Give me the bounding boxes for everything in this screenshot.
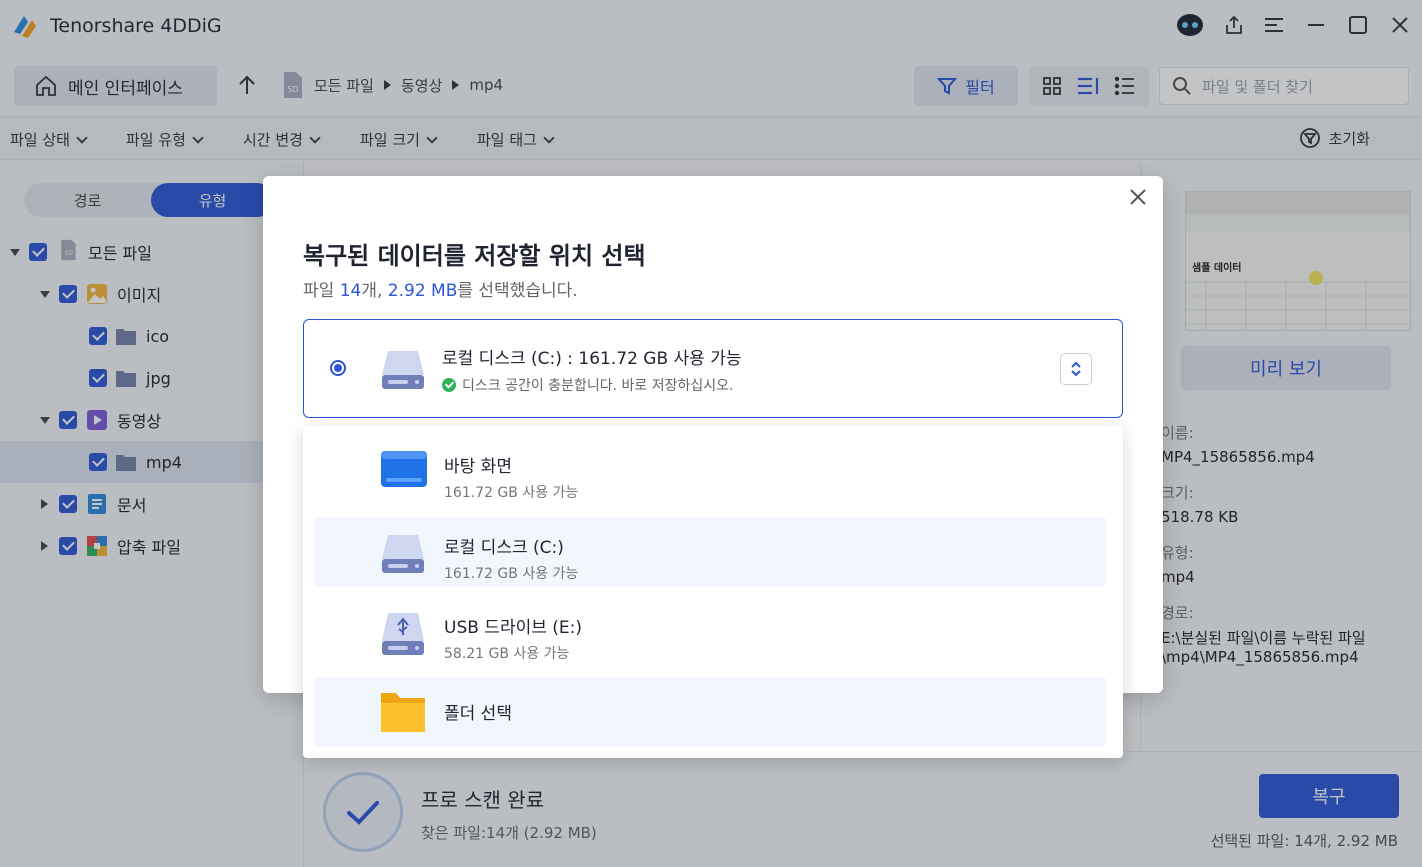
space-status-text: 디스크 공간이 충분합니다. 바로 저장하십시오. — [462, 378, 734, 394]
dropdown-item-name: 로컬 디스크 (C:) — [444, 538, 564, 558]
close-icon — [1130, 189, 1146, 205]
dropdown-item-name: 바탕 화면 — [444, 457, 512, 477]
dropdown-toggle-button[interactable] — [1060, 353, 1092, 385]
dropdown-item-choose-folder[interactable]: 폴더 선택 — [314, 677, 1106, 747]
dropdown-item-free: 161.72 GB 사용 가능 — [444, 485, 579, 501]
desktop-icon — [381, 451, 427, 487]
destination-dropdown: 바탕 화면 161.72 GB 사용 가능 로컬 디스크 (C:) 161.72… — [303, 426, 1123, 758]
dropdown-item-name: USB 드라이브 (E:) — [444, 618, 582, 638]
dropdown-item-desktop[interactable]: 바탕 화면 161.72 GB 사용 가능 — [314, 436, 1106, 506]
hard-disk-icon — [382, 535, 424, 573]
chevron-up-down-icon — [1071, 361, 1081, 377]
subtitle-suffix: 를 선택했습니다. — [457, 281, 578, 301]
check-shield-icon — [442, 378, 456, 392]
dialog-title: 복구된 데이터를 저장할 위치 선택 — [303, 242, 646, 270]
dropdown-item-free: 58.21 GB 사용 가능 — [444, 646, 570, 662]
subtitle-prefix: 파일 — [303, 281, 340, 301]
selected-count: 14 — [339, 281, 362, 301]
close-dialog-button[interactable] — [1127, 186, 1149, 208]
folder-icon — [381, 693, 425, 732]
subtitle-mid: 개, — [361, 281, 388, 301]
dialog-subtitle: 파일 14개, 2.92 MB를 선택했습니다. — [303, 276, 578, 301]
dropdown-item-name: 폴더 선택 — [444, 704, 512, 724]
dropdown-item-local-disk-c[interactable]: 로컬 디스크 (C:) 161.72 GB 사용 가능 — [314, 517, 1106, 587]
usb-drive-icon — [382, 613, 424, 655]
space-status: 디스크 공간이 충분합니다. 바로 저장하십시오. — [442, 375, 733, 395]
selected-destination-name: 로컬 디스크 (C:) : 161.72 GB 사용 가능 — [442, 349, 742, 369]
destination-radio[interactable] — [330, 360, 346, 376]
destination-select[interactable]: 로컬 디스크 (C:) : 161.72 GB 사용 가능 디스크 공간이 충분… — [303, 319, 1123, 418]
selected-size: 2.92 MB — [387, 281, 458, 301]
dropdown-item-free: 161.72 GB 사용 가능 — [444, 566, 579, 582]
dropdown-item-usb-e[interactable]: USB 드라이브 (E:) 58.21 GB 사용 가능 — [314, 597, 1106, 667]
hard-disk-icon — [382, 351, 424, 389]
